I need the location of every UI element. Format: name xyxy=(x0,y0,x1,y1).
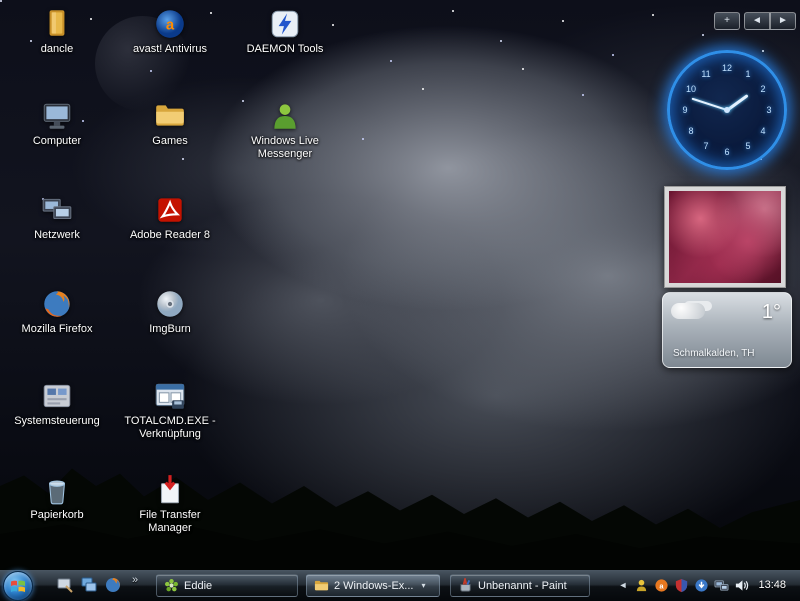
clock-number: 3 xyxy=(766,105,771,115)
quick-launch-overflow-chevron[interactable]: » xyxy=(132,574,138,586)
group-dropdown-arrow[interactable]: ▾ xyxy=(421,581,425,590)
desktop-icon-totalcmd[interactable]: TOTALCMD.EXE - Verknüpfung xyxy=(122,379,218,441)
adobe-reader-icon xyxy=(153,193,187,227)
desktop-icon-computer[interactable]: Computer xyxy=(9,99,105,148)
tray-volume-icon[interactable] xyxy=(734,578,749,593)
desktop-icon-label: avast! Antivirus xyxy=(122,43,218,56)
tray-expand-chevron[interactable]: ◄ xyxy=(619,580,628,590)
clock-number: 1 xyxy=(745,69,750,79)
firefox-icon xyxy=(104,576,122,594)
explorer-folder-icon xyxy=(314,578,329,593)
taskbar-task-explorer-group[interactable]: 2 Windows-Ex... ▾ xyxy=(306,574,440,597)
slideshow-gadget[interactable] xyxy=(664,186,786,288)
games-folder-icon xyxy=(153,99,187,133)
cloud-icon xyxy=(671,303,705,319)
clock-number: 7 xyxy=(703,141,708,151)
quick-launch-switch-windows[interactable] xyxy=(80,576,98,594)
clock-number: 12 xyxy=(722,63,732,73)
desktop-icon-label: TOTALCMD.EXE - Verknüpfung xyxy=(122,415,218,441)
desktop-icon-label: Games xyxy=(122,135,218,148)
desktop-icon-label: Mozilla Firefox xyxy=(9,323,105,336)
task-label: Unbenannt - Paint xyxy=(478,580,567,592)
desktop-icon-label: File Transfer Manager xyxy=(122,509,218,535)
messenger-icon xyxy=(268,99,302,133)
svg-text:a: a xyxy=(166,17,175,33)
task-label: Eddie xyxy=(184,580,212,592)
tray-update-icon[interactable] xyxy=(694,578,709,593)
start-button[interactable] xyxy=(3,571,33,601)
desktop-icon-games[interactable]: Games xyxy=(122,99,218,148)
desktop-icon-label: DAEMON Tools xyxy=(237,43,333,56)
desktop-icon-dancle[interactable]: dancle xyxy=(9,7,105,56)
quick-launch-firefox[interactable] xyxy=(104,576,122,594)
desktop-icon-papierkorb[interactable]: Papierkorb xyxy=(9,473,105,522)
tray-security-icon[interactable] xyxy=(674,578,689,593)
add-gadget-button[interactable]: + xyxy=(714,12,740,30)
desktop-icon-label: Systemsteuerung xyxy=(9,415,105,428)
weather-temperature: 1° xyxy=(762,301,781,324)
clock-gadget[interactable]: 12 1 2 3 4 5 6 7 8 9 10 11 xyxy=(667,50,787,170)
network-icon xyxy=(40,193,74,227)
tray-network-icon[interactable] xyxy=(714,578,729,593)
total-commander-icon xyxy=(153,379,187,413)
stars xyxy=(0,0,2,2)
clock-number: 5 xyxy=(745,141,750,151)
desktop-icon-label: dancle xyxy=(9,43,105,56)
clock-number: 10 xyxy=(686,84,696,94)
recycle-bin-icon xyxy=(40,473,74,507)
task-label: 2 Windows-Ex... xyxy=(334,580,413,592)
paint-icon xyxy=(458,578,473,593)
switch-windows-icon xyxy=(80,576,98,594)
desktop-icon-label: Computer xyxy=(9,135,105,148)
clock-number: 4 xyxy=(760,126,765,136)
slideshow-photo xyxy=(669,191,781,283)
quick-launch-show-desktop[interactable] xyxy=(56,576,74,594)
desktop-icon-avast[interactable]: a avast! Antivirus xyxy=(122,7,218,56)
file-transfer-icon xyxy=(153,473,187,507)
system-tray: ◄ a 13:48 xyxy=(613,570,800,600)
control-panel-icon xyxy=(40,379,74,413)
desktop-icon-label: Netzwerk xyxy=(9,229,105,242)
desktop-icon-label: Papierkorb xyxy=(9,509,105,522)
icq-flower-icon xyxy=(164,578,179,593)
windows-flag-icon xyxy=(10,578,26,594)
clock-number: 9 xyxy=(682,105,687,115)
gadget-controls: + ◄ ► xyxy=(714,12,796,30)
taskbar-task-paint[interactable]: Unbenannt - Paint xyxy=(450,574,590,597)
desktop-icon-windows-live-messenger[interactable]: Windows Live Messenger xyxy=(237,99,333,161)
imgburn-icon xyxy=(153,287,187,321)
tray-messenger-icon[interactable] xyxy=(634,578,649,593)
clock-number: 6 xyxy=(724,147,729,157)
firefox-icon xyxy=(40,287,74,321)
desktop-icon-adobe-reader[interactable]: Adobe Reader 8 xyxy=(122,193,218,242)
show-desktop-icon xyxy=(56,576,74,594)
desktop-icon-label: Adobe Reader 8 xyxy=(122,229,218,242)
desktop-icon-label: Windows Live Messenger xyxy=(237,135,333,161)
desktop-icon-file-transfer-manager[interactable]: File Transfer Manager xyxy=(122,473,218,535)
clock-number: 11 xyxy=(701,69,710,79)
gadget-prev-button[interactable]: ◄ xyxy=(744,12,770,30)
clock-number: 2 xyxy=(760,84,765,94)
desktop-icon-imgburn[interactable]: ImgBurn xyxy=(122,287,218,336)
clock-minute-hand xyxy=(692,98,728,111)
desktop-icon-systemsteuerung[interactable]: Systemsteuerung xyxy=(9,379,105,428)
avast-icon: a xyxy=(153,7,187,41)
weather-location: Schmalkalden, TH xyxy=(673,348,755,359)
gadget-next-button[interactable]: ► xyxy=(770,12,796,30)
computer-icon xyxy=(40,99,74,133)
taskbar-task-eddie[interactable]: Eddie xyxy=(156,574,298,597)
clock-number: 8 xyxy=(688,126,693,136)
dancle-icon xyxy=(40,7,74,41)
desktop-icon-firefox[interactable]: Mozilla Firefox xyxy=(9,287,105,336)
desktop-icon-netzwerk[interactable]: Netzwerk xyxy=(9,193,105,242)
desktop-icon-daemon-tools[interactable]: DAEMON Tools xyxy=(237,7,333,56)
desktop-icon-label: ImgBurn xyxy=(122,323,218,336)
tray-avast-icon[interactable]: a xyxy=(654,578,669,593)
weather-gadget[interactable]: 1° Schmalkalden, TH xyxy=(662,292,792,368)
daemon-tools-icon xyxy=(268,7,302,41)
clock-center-dot xyxy=(724,107,730,113)
taskbar-clock[interactable]: 13:48 xyxy=(758,579,786,591)
